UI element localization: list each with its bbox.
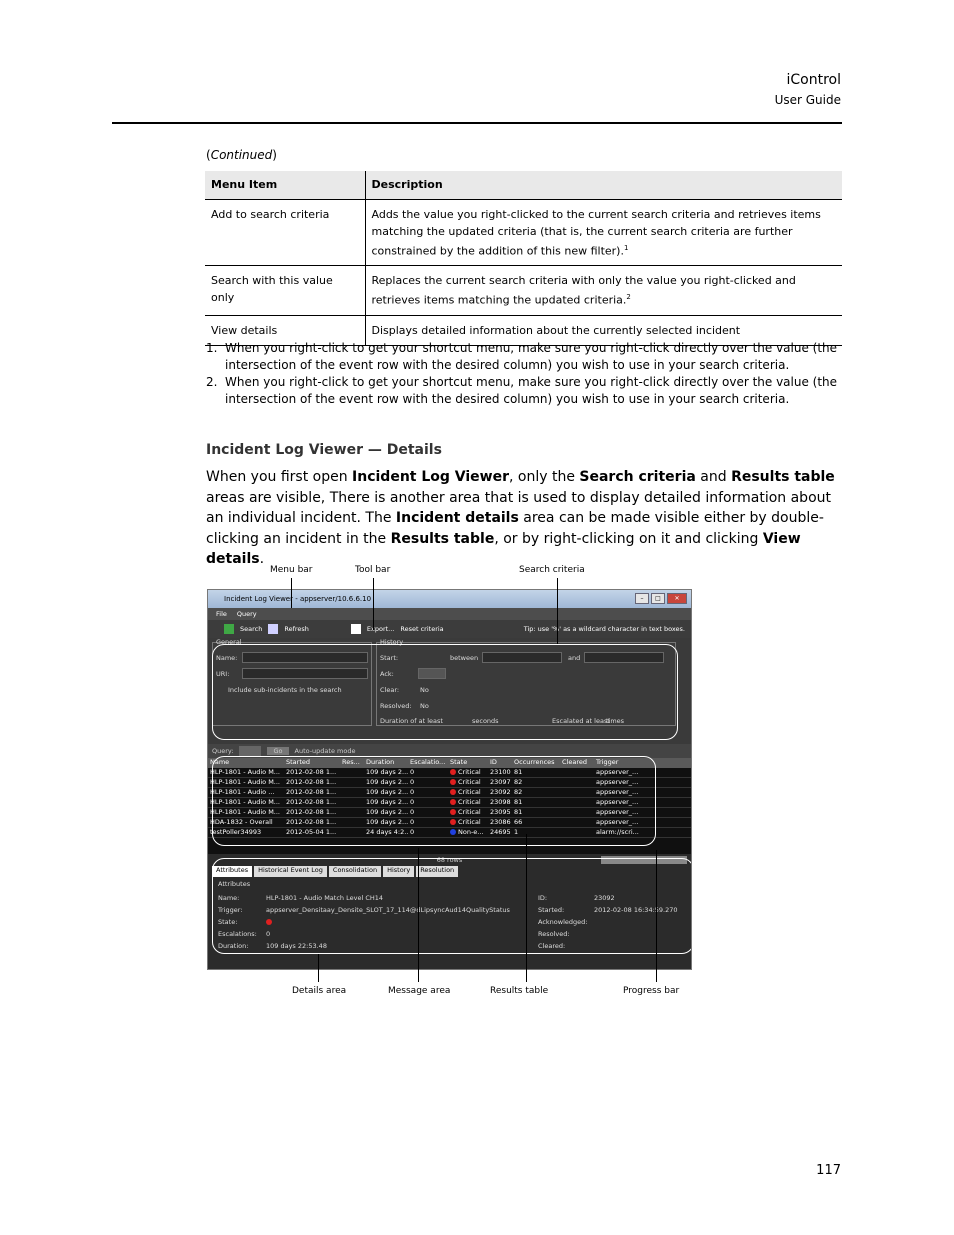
callout-progress-bar: Progress bar: [623, 986, 680, 996]
leader-results-table: [526, 834, 527, 982]
col-header-description: Description: [365, 171, 842, 200]
continued-text: Continued: [210, 148, 273, 162]
table-row: Add to search criteria Adds the value yo…: [205, 199, 842, 267]
table-header-row: Menu Item Description: [205, 171, 842, 200]
app-screenshot: Incident Log Viewer - appserver/10.6.6.1…: [207, 589, 692, 970]
para-text: When you first open: [206, 469, 353, 485]
para-bold: Results table: [390, 530, 495, 547]
results-highlight: [212, 756, 656, 846]
leader-details-area: [318, 954, 319, 982]
leader-progress-bar: [656, 850, 657, 982]
para-text: and: [695, 469, 732, 485]
leader-search-criteria: [557, 578, 558, 644]
app-menubar: File Query: [208, 608, 691, 620]
para-text: , or by right-clicking on it and clickin…: [494, 530, 763, 547]
search-criteria-highlight: [212, 644, 678, 740]
menu-query: Query: [236, 610, 257, 618]
window-titlebar: Incident Log Viewer - appserver/10.6.6.1…: [208, 590, 691, 608]
description-text: Replaces the current search criteria wit…: [371, 274, 796, 307]
callout-message-area: Message area: [388, 986, 451, 996]
close-icon: ✕: [667, 593, 687, 604]
para-bold: Search criteria: [579, 469, 696, 485]
para-bold: Results table: [731, 469, 835, 485]
table-row: Search with this value only Replaces the…: [205, 265, 842, 316]
toolbar-tip: Tip: use '%' as a wildcard character in …: [523, 625, 685, 633]
header-title: iControl: [786, 72, 842, 88]
menu-item-cell: Add to search criteria: [205, 199, 366, 267]
footnote-ref: 2: [626, 293, 631, 302]
query-dropdown: [239, 746, 262, 756]
page-number: 117: [816, 1163, 841, 1178]
window-controls: – □ ✕: [635, 593, 687, 604]
description-cell: Replaces the current search criteria wit…: [365, 265, 842, 316]
para-bold: Incident details: [395, 510, 519, 526]
menu-item-cell: Search with this value only: [205, 265, 366, 316]
toolbar-export: Export...: [366, 625, 395, 633]
leader-menu-bar: [291, 578, 292, 608]
description-text: Adds the value you right-clicked to the …: [371, 207, 821, 258]
maximize-icon: □: [651, 593, 665, 604]
app-toolbar: Search Refresh Export... Reset criteria …: [208, 620, 691, 638]
col-header-menu-item: Menu Item: [205, 171, 366, 200]
toolbar-search: Search: [240, 625, 263, 633]
callout-tool-bar: Tool bar: [355, 565, 391, 575]
callout-search-criteria: Search criteria: [519, 565, 585, 575]
refresh-icon: [268, 624, 279, 634]
details-highlight: [212, 858, 691, 954]
callout-menu-bar: Menu bar: [270, 565, 313, 575]
go-button: Go: [267, 747, 289, 755]
description-cell: Adds the value you right-clicked to the …: [365, 199, 842, 267]
continued-note: (Continued): [206, 148, 277, 162]
query-label: Query:: [212, 747, 234, 755]
body-paragraph: When you first open Incident Log Viewer,…: [206, 467, 846, 570]
callout-details-area: Details area: [292, 986, 347, 996]
header-rule: [112, 122, 842, 124]
footnote-number: 1.: [206, 341, 218, 355]
footnote-text: When you right-click to get your shortcu…: [225, 341, 838, 372]
footnote: 2. When you right-click to get your short…: [206, 374, 842, 408]
para-bold: Incident Log Viewer: [352, 469, 510, 485]
leader-message-area: [418, 848, 419, 982]
menu-file: File: [216, 610, 227, 618]
export-icon: [350, 624, 361, 634]
window-title: Incident Log Viewer - appserver/10.6.6.1…: [224, 595, 372, 603]
footnote-ref: 1: [623, 243, 629, 252]
footnote-text: When you right-click to get your shortcu…: [225, 375, 838, 406]
para-text: .: [259, 551, 265, 567]
footnotes: 1. When you right-click to get your short…: [206, 340, 842, 408]
menu-item-table: Menu Item Description Add to search crit…: [205, 171, 842, 346]
section-heading: Incident Log Viewer — Details: [206, 442, 442, 458]
footnote: 1. When you right-click to get your short…: [206, 340, 842, 374]
minimize-icon: –: [635, 593, 649, 604]
footnote-number: 2.: [206, 375, 218, 389]
callout-results-table: Results table: [490, 986, 549, 996]
search-arrow-icon: [224, 624, 234, 634]
leader-tool-bar: [373, 578, 374, 630]
header-subtitle: User Guide: [774, 93, 841, 107]
toolbar-reset: Reset criteria: [400, 625, 444, 633]
para-text: , only the: [509, 469, 580, 485]
autoupdate-label: Auto-update mode: [294, 747, 356, 755]
toolbar-refresh: Refresh: [284, 625, 309, 633]
